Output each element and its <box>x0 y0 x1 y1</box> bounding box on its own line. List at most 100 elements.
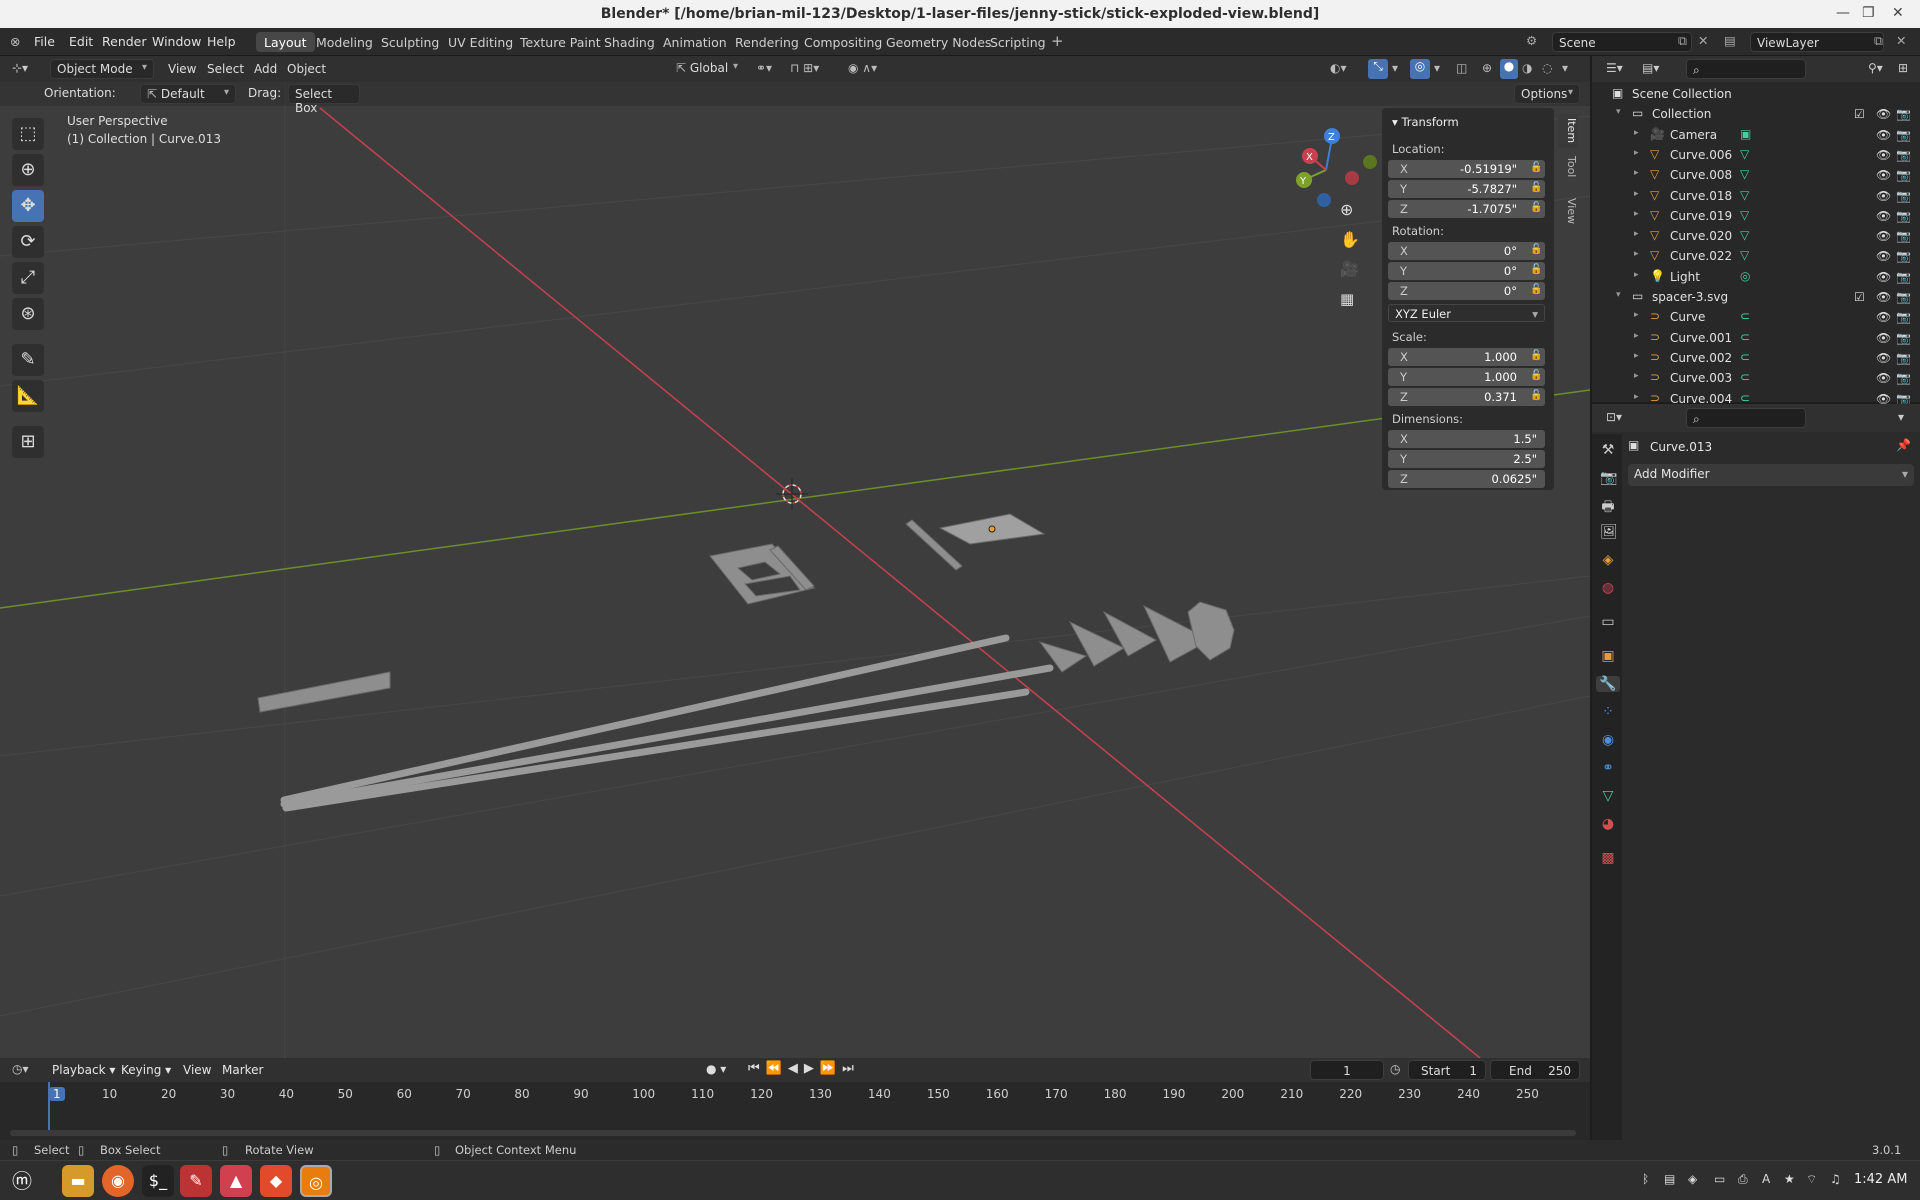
render-visibility-icon[interactable]: 📷 <box>1896 229 1911 243</box>
firefox-app-icon[interactable]: ◉ <box>102 1165 134 1197</box>
expand-chevron-icon[interactable]: ▸ <box>1634 189 1639 199</box>
expand-chevron-icon[interactable]: ▸ <box>1634 392 1639 402</box>
expand-chevron-icon[interactable]: ▸ <box>1634 270 1639 280</box>
expand-chevron-icon[interactable]: ▸ <box>1634 168 1639 178</box>
tab-rendering[interactable]: Rendering <box>727 32 807 52</box>
filter-icon[interactable]: ⚲▾ <box>1868 61 1883 75</box>
mode-dropdown[interactable]: Object Mode ▾ <box>50 59 154 79</box>
terminal-app-icon[interactable]: $_ <box>142 1165 174 1197</box>
transform-orientation-dropdown[interactable]: ⇱ Global ▾ <box>670 59 744 79</box>
tab-uv-editing[interactable]: UV Editing <box>440 32 521 52</box>
object-data-icon[interactable]: ⊂ <box>1740 350 1750 364</box>
outliner-row[interactable]: ▸ ⊃ Curve.001 ⊂ 👁 📷 <box>1592 328 1920 348</box>
render-visibility-icon[interactable]: 📷 <box>1896 270 1911 284</box>
3d-cursor[interactable] <box>776 478 808 510</box>
material-shading-icon[interactable]: ◑ <box>1522 61 1532 75</box>
display-icon[interactable]: ▭ <box>1714 1172 1725 1186</box>
long-rod-2[interactable] <box>280 664 1054 808</box>
outliner-row[interactable]: ▸ ⊃ Curve.003 ⊂ 👁 📷 <box>1592 368 1920 388</box>
eye-icon[interactable]: 👁 <box>1876 310 1891 324</box>
properties-editor-type-icon[interactable]: ⊡▾ <box>1606 410 1622 424</box>
xray-icon[interactable]: ◫ <box>1456 61 1467 75</box>
close-icon[interactable]: ✕ <box>1892 5 1904 21</box>
viewport-menu-object[interactable]: Object <box>287 62 326 76</box>
timeline-editor-type-icon[interactable]: ◷▾ <box>12 1062 29 1076</box>
rendered-shading-icon[interactable]: ◌ <box>1542 61 1552 75</box>
outliner-row[interactable]: ▸ ▽ Curve.018 ▽ 👁 📷 <box>1592 186 1920 206</box>
eye-icon[interactable]: 👁 <box>1876 209 1891 223</box>
object-data-icon[interactable]: ⊂ <box>1740 391 1750 405</box>
zoom-icon[interactable]: ⊕ <box>1340 200 1353 219</box>
expand-chevron-icon[interactable]: ▾ <box>1616 107 1621 117</box>
properties-options-icon[interactable]: ▾ <box>1898 410 1904 424</box>
timeline-menu-playback[interactable]: Playback ▾ <box>52 1063 115 1077</box>
printer-icon[interactable]: ⎙ <box>1738 1172 1748 1187</box>
viewport-menu-view[interactable]: View <box>168 62 196 76</box>
dimensions-y-field[interactable]: Y 2.5" <box>1388 450 1545 468</box>
snap-icon[interactable]: ⊓ ⊞▾ <box>790 61 819 75</box>
outliner-search-input[interactable]: ⌕ <box>1686 59 1806 79</box>
overlay-dropdown-icon[interactable]: ▾ <box>1434 61 1440 75</box>
data-tab-icon[interactable]: ▽ <box>1600 788 1616 804</box>
scene-tab-icon[interactable]: ◈ <box>1600 552 1616 568</box>
gizmo-toggle-icon[interactable]: ⤡ <box>1368 59 1388 79</box>
proportional-edit-icon[interactable]: ◉ ∧▾ <box>848 61 877 75</box>
lock-location-z-icon[interactable]: 🔓 <box>1530 202 1542 213</box>
modifier-tab-icon[interactable]: 🔧 <box>1596 676 1620 692</box>
lightburn-app-icon[interactable]: ◆ <box>260 1165 292 1197</box>
render-visibility-icon[interactable]: 📷 <box>1896 148 1911 162</box>
scene-delete-icon[interactable]: ✕ <box>1698 33 1708 48</box>
scale-x-field[interactable]: X 1.000 <box>1388 348 1545 366</box>
preview-range-icon[interactable]: ◷ <box>1390 1062 1400 1076</box>
cursor-tool-button[interactable]: ⊕ <box>12 154 44 186</box>
outliner-row[interactable]: ▾ ▭ spacer-3.svg ☑ 👁 📷 <box>1592 287 1920 307</box>
render-visibility-icon[interactable]: 📷 <box>1896 209 1911 223</box>
rotate-tool-button[interactable]: ⟳ <box>12 226 44 258</box>
timeline-menu-keying[interactable]: Keying ▾ <box>121 1063 171 1077</box>
tab-compositing[interactable]: Compositing <box>796 32 890 52</box>
expand-chevron-icon[interactable]: ▸ <box>1634 371 1639 381</box>
expand-chevron-icon[interactable]: ▸ <box>1634 128 1639 138</box>
start-menu-icon[interactable]: ⓜ <box>6 1165 38 1197</box>
outliner-row[interactable]: ▸ ▽ Curve.006 ▽ 👁 📷 <box>1592 145 1920 165</box>
eye-icon[interactable]: 👁 <box>1876 290 1891 304</box>
blender-app-icon[interactable]: ◎ <box>300 1165 332 1197</box>
current-frame-field[interactable]: 1 <box>1310 1060 1384 1080</box>
wifi-icon[interactable]: ⌔ <box>1806 1172 1817 1187</box>
location-z-field[interactable]: Z -1.7075" <box>1388 200 1545 218</box>
rotation-mode-dropdown[interactable]: XYZ Euler ▾ <box>1388 304 1545 322</box>
exclude-checkbox-icon[interactable]: ☑ <box>1854 107 1865 121</box>
menu-file[interactable]: File <box>34 34 55 49</box>
image-viewer-app-icon[interactable]: ▲ <box>220 1165 252 1197</box>
eye-icon[interactable]: 👁 <box>1876 229 1891 243</box>
dimensions-x-field[interactable]: X 1.5" <box>1388 430 1545 448</box>
object-data-icon[interactable]: ▽ <box>1740 208 1749 222</box>
star-icon[interactable]: ★ <box>1784 1172 1795 1186</box>
menu-help[interactable]: Help <box>207 34 236 49</box>
gizmo-dropdown-icon[interactable]: ▾ <box>1392 61 1398 75</box>
render-tab-icon[interactable]: 📷 <box>1600 470 1617 486</box>
view-layer-delete-icon[interactable]: ✕ <box>1896 33 1906 48</box>
outliner-row[interactable]: ▸ 🎥 Camera ▣ 👁 📷 <box>1592 125 1920 145</box>
long-rod-1[interactable] <box>280 634 1010 804</box>
lock-location-y-icon[interactable]: 🔓 <box>1530 182 1542 193</box>
end-frame-field[interactable]: End 250 <box>1490 1060 1580 1080</box>
clock[interactable]: 1:42 AM <box>1854 1172 1907 1187</box>
scene-new-icon[interactable]: ⧉ <box>1678 33 1687 49</box>
world-tab-icon[interactable]: ◍ <box>1600 580 1616 596</box>
eye-icon[interactable]: 👁 <box>1876 351 1891 365</box>
shading-dropdown-icon[interactable]: ▾ <box>1562 61 1568 75</box>
eye-icon[interactable]: 👁 <box>1876 331 1891 345</box>
sidebar-tab-tool[interactable]: Tool <box>1558 156 1578 186</box>
view-layer-new-icon[interactable]: ⧉ <box>1874 33 1883 49</box>
add-modifier-button[interactable]: Add Modifier ▾ <box>1628 464 1914 486</box>
viewport-menu-add[interactable]: Add <box>254 62 277 76</box>
render-visibility-icon[interactable]: 📷 <box>1896 168 1911 182</box>
expand-chevron-icon[interactable]: ▸ <box>1634 351 1639 361</box>
outliner-row-scene-collection[interactable]: ▣ Scene Collection <box>1592 84 1920 104</box>
wireframe-shading-icon[interactable]: ⊕ <box>1482 61 1492 75</box>
start-frame-field[interactable]: Start 1 <box>1408 1060 1486 1080</box>
render-visibility-icon[interactable]: 📷 <box>1896 107 1911 121</box>
object-data-icon[interactable]: ▽ <box>1740 248 1749 262</box>
material-tab-icon[interactable]: ◕ <box>1600 816 1616 832</box>
